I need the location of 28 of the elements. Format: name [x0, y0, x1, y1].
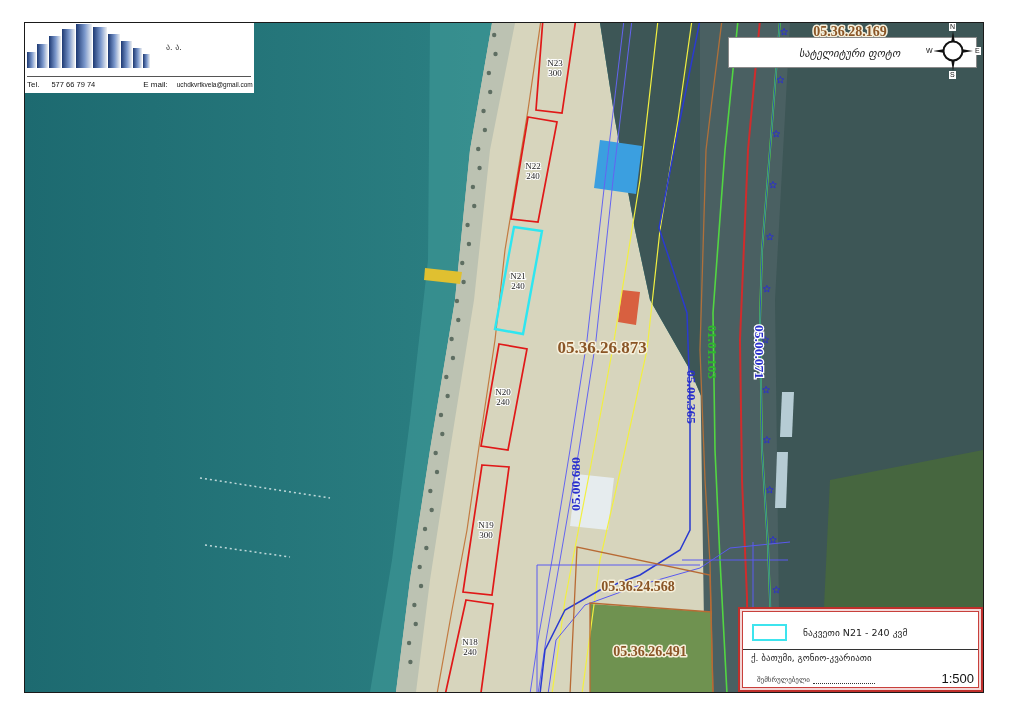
legend-label: ნაკვეთი N21 - 240 კვმ	[803, 627, 908, 638]
parcel-number: N20	[495, 387, 511, 397]
scale-text: 1:500	[941, 671, 974, 686]
parcel-number: N19	[478, 520, 494, 530]
cadastral-code-label: 05.36.26.873	[557, 337, 647, 357]
phone-label: Tel.	[27, 80, 40, 89]
cadastral-code-label: 05.36.28.169	[813, 23, 887, 39]
parcel-area: 240	[526, 171, 540, 181]
buildings-logo-icon	[27, 24, 150, 68]
parcel-number: N21	[510, 271, 526, 281]
parcel-area: 300	[548, 68, 562, 78]
parcel-area: 240	[511, 281, 525, 291]
parcel-area: 240	[496, 397, 510, 407]
road-code-label: 05.00.365	[683, 370, 699, 424]
parcel-area: 300	[479, 530, 493, 540]
email-label: E mail:	[143, 80, 168, 89]
road-code-label: 05.00.680	[567, 457, 583, 511]
address-text: ქ. ბათუმი, გონიო-კვარიათი	[751, 653, 872, 663]
initials-text: ა. ა.	[166, 43, 182, 52]
swatch-icon	[752, 624, 787, 641]
parcel-number: N22	[525, 161, 541, 171]
parcel-number: N18	[462, 637, 478, 647]
road-code-label: 05.00.071	[751, 325, 767, 379]
road-code-label: 01.01.103	[704, 325, 720, 379]
parcel-number: N23	[547, 58, 563, 68]
map-title: სატელიტური ფოტო	[799, 46, 901, 59]
parcel-area: 240	[463, 647, 477, 657]
cadastral-code-label: 05.36.26.491	[613, 643, 687, 659]
